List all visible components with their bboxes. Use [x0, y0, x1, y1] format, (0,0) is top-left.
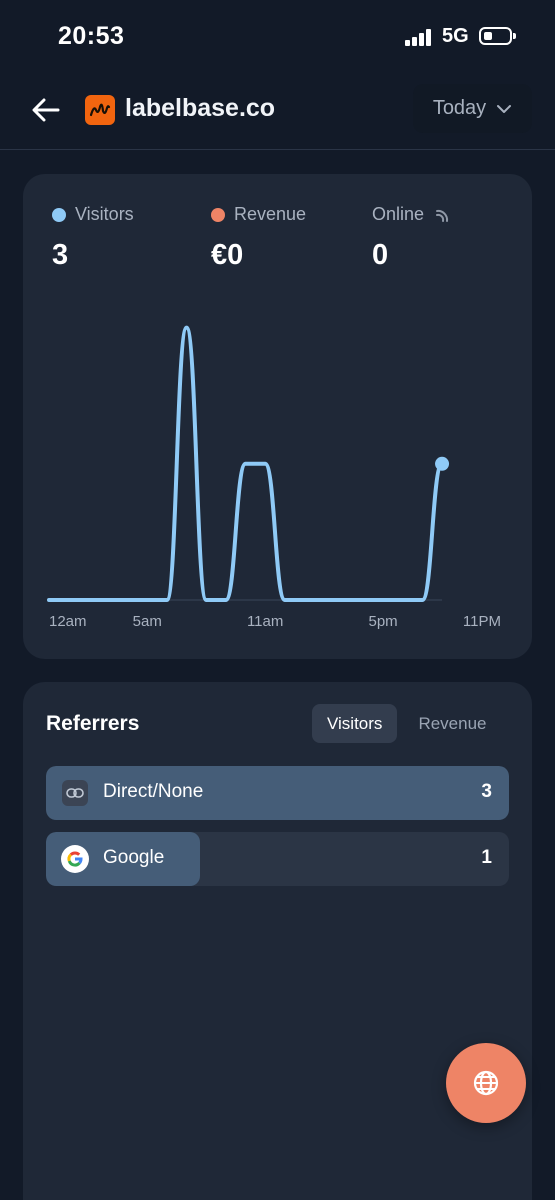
battery-icon [479, 27, 516, 45]
referrer-name: Google [103, 847, 165, 868]
google-logo-icon [61, 845, 89, 873]
x-tick-label: 5am [133, 613, 162, 630]
referrer-row-direct[interactable]: Direct/None 3 [46, 766, 509, 820]
x-tick-label: 5pm [368, 613, 397, 630]
network-label: 5G [442, 25, 469, 47]
tab-visitors[interactable]: Visitors [312, 704, 398, 743]
link-icon [62, 780, 88, 806]
x-tick-label: 11am [247, 613, 283, 630]
visitors-chart: 12am 5am 11am 5pm 11PM [23, 174, 532, 659]
site-name: labelbase.co [125, 94, 276, 122]
current-point-dot [435, 456, 450, 471]
globe-icon [473, 1070, 499, 1096]
tab-revenue[interactable]: Revenue [403, 704, 501, 743]
referrer-row-google[interactable]: Google 1 [46, 832, 509, 886]
status-bar: 20:53 5G [0, 0, 555, 72]
referrer-count: 1 [481, 847, 492, 868]
back-arrow-icon[interactable] [30, 94, 62, 126]
app-header: labelbase.co Today [0, 72, 555, 150]
site-logo [85, 95, 115, 125]
x-tick-label: 12am [49, 613, 87, 630]
period-label: Today [432, 97, 487, 119]
signal-strength-icon [405, 28, 435, 46]
status-time: 20:53 [58, 22, 125, 50]
chevron-down-icon [497, 104, 512, 113]
visitors-series-line [47, 325, 445, 602]
referrers-card: Referrers Visitors Revenue Direct/None 3… [23, 682, 532, 1200]
stats-card: Visitors 3 Revenue €0 Online 0 12am 5am 11… [23, 174, 532, 659]
referrer-count: 3 [481, 781, 492, 802]
x-tick-label: 11PM [463, 613, 501, 630]
referrers-tabs: Visitors Revenue [312, 704, 502, 743]
period-dropdown[interactable]: Today [413, 84, 532, 133]
referrers-title: Referrers [46, 712, 140, 735]
globe-button[interactable] [446, 1043, 526, 1123]
referrer-name: Direct/None [103, 781, 204, 802]
